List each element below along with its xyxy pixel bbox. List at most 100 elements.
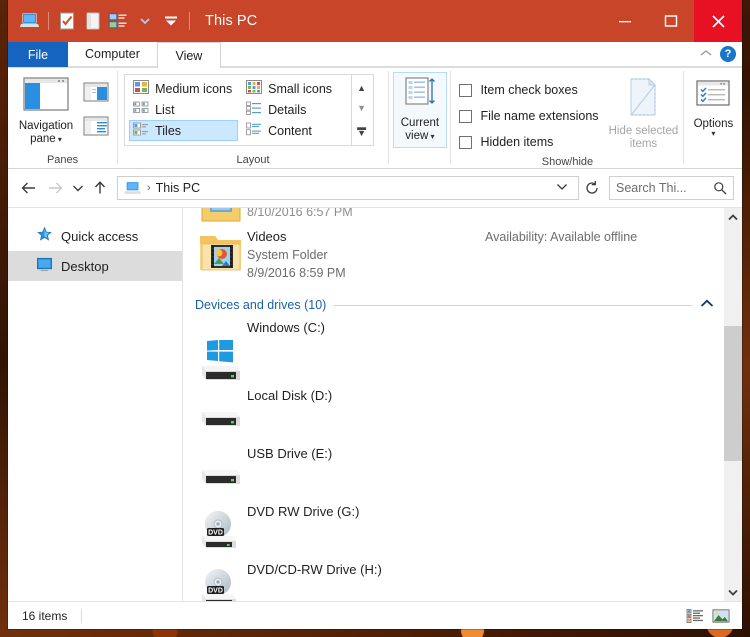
scrollbar-thumb[interactable] xyxy=(724,326,742,461)
list-item-dvd-rw-drive-g[interactable]: DVD DVD RW Drive (G:) xyxy=(195,502,724,560)
layout-tiles[interactable]: Tiles xyxy=(129,120,239,141)
new-folder-icon[interactable] xyxy=(80,8,106,34)
checkbox-file-name-extensions[interactable]: File name extensions xyxy=(459,103,601,129)
qat-separator-2 xyxy=(189,12,190,30)
breadcrumb-this-pc[interactable]: This PC xyxy=(156,181,200,195)
layout-scroll-down-icon[interactable]: ▼ xyxy=(357,103,366,113)
layout-medium-icons-label: Medium icons xyxy=(155,81,233,96)
videos-folder-icon xyxy=(195,226,247,274)
list-item-local-disk-d[interactable]: Local Disk (D:) xyxy=(195,386,724,444)
refresh-button[interactable] xyxy=(579,176,605,200)
folder-icon xyxy=(195,208,247,224)
address-field[interactable]: › This PC xyxy=(117,176,579,200)
scroll-down-button[interactable] xyxy=(724,583,742,601)
maximize-button[interactable] xyxy=(648,0,694,42)
details-pane-icon[interactable] xyxy=(83,116,109,141)
ribbon-collapse-icon[interactable] xyxy=(700,49,712,60)
layout-content[interactable]: Content xyxy=(242,120,351,141)
windows-drive-icon xyxy=(195,318,247,386)
list-item-videos[interactable]: Videos System Folder 8/9/2016 8:59 PM Av… xyxy=(195,226,724,292)
layout-more-icon[interactable]: ▬ ▼ xyxy=(357,123,366,138)
list-item-windows-c[interactable]: Windows (C:) xyxy=(195,318,724,386)
hidden-items-label: Hidden items xyxy=(480,135,554,149)
breadcrumb-this-pc-icon[interactable] xyxy=(124,181,142,196)
list-item-local-disk-d-name: Local Disk (D:) xyxy=(247,388,333,403)
checkbox-item-check-boxes[interactable]: Item check boxes xyxy=(459,77,601,103)
qat-separator-1 xyxy=(48,12,49,30)
help-icon[interactable]: ? xyxy=(720,46,736,62)
options-button[interactable]: Options ▾ xyxy=(686,72,740,138)
layout-scroll-up-icon[interactable]: ▲ xyxy=(357,83,366,93)
panes-group-label: Panes xyxy=(46,153,79,166)
list-item-dvd-cd-rw-drive-h[interactable]: DVD DVD/CD-RW Drive (H:) xyxy=(195,560,724,601)
up-button[interactable] xyxy=(87,175,113,201)
recent-locations-button[interactable] xyxy=(68,175,87,201)
ribbon-tab-strip: File Computer View ? xyxy=(8,42,742,68)
list-item-partial[interactable]: 8/10/2016 6:57 PM xyxy=(195,208,724,226)
scrollbar-track[interactable] xyxy=(724,226,742,583)
ribbon-group-panes: Navigation pane ▾ Panes xyxy=(8,68,117,168)
list-item-dvd-rw-drive-g-name: DVD RW Drive (G:) xyxy=(247,504,360,519)
dvd-drive-icon: DVD xyxy=(195,502,247,554)
close-button[interactable] xyxy=(694,0,742,42)
layout-medium-icons[interactable]: Medium icons xyxy=(129,78,238,99)
large-icons-view-icon[interactable] xyxy=(712,607,730,625)
hide-selected-items-icon xyxy=(625,77,661,122)
sidebar-item-quick-access[interactable]: Quick access xyxy=(8,221,182,251)
search-icon[interactable] xyxy=(713,181,727,195)
forward-button[interactable] xyxy=(42,175,68,201)
layout-list[interactable]: List xyxy=(129,99,238,120)
minimize-button[interactable] xyxy=(602,0,648,42)
checkbox-hidden-items[interactable]: Hidden items xyxy=(459,129,601,155)
quick-access-toolbar xyxy=(8,8,195,34)
vertical-scrollbar[interactable] xyxy=(724,208,742,601)
file-name-extensions-checkbox[interactable] xyxy=(459,109,473,123)
navigation-pane-caret[interactable]: ▾ xyxy=(56,135,62,144)
current-view-button[interactable]: Current view ▾ xyxy=(392,72,447,148)
layout-details[interactable]: Details xyxy=(242,99,351,120)
layout-small-icons[interactable]: Small icons xyxy=(242,78,351,99)
status-separator xyxy=(81,608,83,623)
file-name-extensions-label: File name extensions xyxy=(480,109,599,123)
explorer-body: Quick access Desktop 8/10/2016 6:57 PM V… xyxy=(8,207,742,601)
tab-computer[interactable]: Computer xyxy=(68,42,157,67)
list-item-videos-availability: Availability: Available offline xyxy=(485,230,638,244)
options-icon xyxy=(694,78,732,115)
ribbon: Navigation pane ▾ Panes Medium icons Lis… xyxy=(8,68,742,169)
chevron-down-icon[interactable] xyxy=(132,8,158,34)
sidebar-item-desktop-label: Desktop xyxy=(61,258,109,274)
options-caret[interactable]: ▾ xyxy=(711,130,715,138)
file-list[interactable]: 8/10/2016 6:57 PM Videos System Folder 8… xyxy=(183,208,742,601)
customize-dropdown-icon[interactable] xyxy=(158,8,184,34)
tab-file[interactable]: File xyxy=(8,42,68,67)
details-view-icon[interactable] xyxy=(686,607,704,625)
current-view-group-label xyxy=(389,151,451,168)
file-list-items: 8/10/2016 6:57 PM Videos System Folder 8… xyxy=(183,208,724,601)
back-button[interactable] xyxy=(16,175,42,201)
svg-text:DVD: DVD xyxy=(208,587,223,594)
group-header-devices-and-drives[interactable]: Devices and drives (10) xyxy=(195,292,724,318)
medium-icons-icon xyxy=(133,80,150,97)
this-pc-icon[interactable] xyxy=(17,8,43,34)
breadcrumb-separator: › xyxy=(147,182,151,194)
layout-column-right: Small icons Details Content xyxy=(238,75,351,145)
view-icon[interactable] xyxy=(106,8,132,34)
hidden-items-checkbox[interactable] xyxy=(459,135,473,149)
title-bar: This PC xyxy=(8,0,742,42)
sidebar-item-desktop[interactable]: Desktop xyxy=(8,251,182,281)
list-item-videos-type: System Folder xyxy=(247,248,328,262)
current-view-caret[interactable]: ▾ xyxy=(428,132,435,141)
address-dropdown-icon[interactable] xyxy=(550,182,574,194)
list-item-videos-date: 8/9/2016 8:59 PM xyxy=(247,266,346,280)
preview-pane-icon[interactable] xyxy=(83,82,109,107)
list-item-usb-drive-e[interactable]: USB Drive (E:) xyxy=(195,444,724,502)
item-check-boxes-checkbox[interactable] xyxy=(459,83,473,97)
group-collapse-icon[interactable] xyxy=(700,299,714,311)
search-box[interactable]: Search Thi... xyxy=(609,176,734,200)
small-icons-icon xyxy=(246,80,263,97)
tab-view[interactable]: View xyxy=(156,42,221,68)
navigation-pane-button[interactable]: Navigation pane ▾ xyxy=(13,72,79,146)
search-input[interactable]: Search Thi... xyxy=(616,181,713,195)
scroll-up-button[interactable] xyxy=(724,208,742,226)
properties-icon[interactable] xyxy=(54,8,80,34)
